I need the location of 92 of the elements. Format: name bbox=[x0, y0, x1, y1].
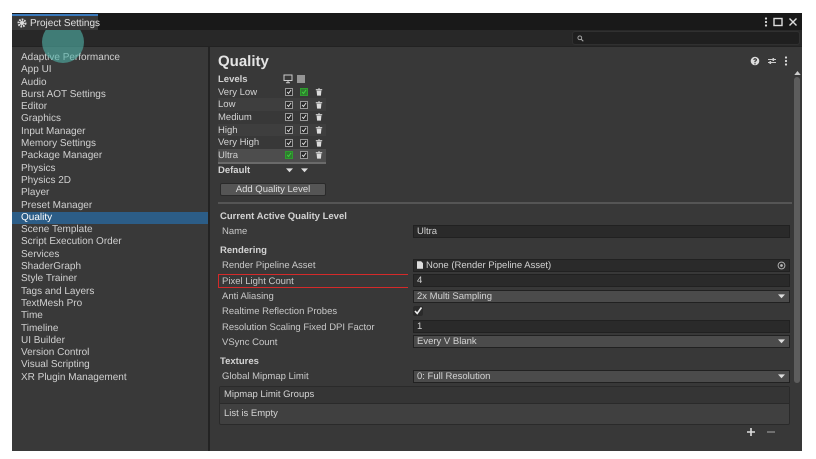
sidebar-item[interactable]: Package Manager bbox=[12, 150, 208, 163]
add-quality-level-button[interactable]: Add Quality Level bbox=[220, 182, 326, 196]
field-label: Resolution Scaling Fixed DPI Factor bbox=[221, 320, 376, 334]
level-row[interactable]: Ultra bbox=[218, 149, 326, 164]
caret-icon bbox=[778, 339, 785, 344]
sidebar-item[interactable]: Timeline bbox=[12, 322, 208, 335]
trash-icon[interactable] bbox=[315, 126, 323, 134]
section-heading: Current Active Quality Level bbox=[219, 210, 348, 224]
window-tab[interactable]: Project Settings bbox=[12, 14, 98, 30]
plus-icon[interactable] bbox=[746, 426, 756, 437]
sidebar-item[interactable]: Audio bbox=[12, 76, 208, 89]
sidebar-item[interactable]: Player bbox=[12, 187, 208, 200]
sidebar-item[interactable]: XR Plugin Management bbox=[12, 372, 208, 384]
object-field[interactable]: None (Render Pipeline Asset) bbox=[413, 258, 790, 272]
sidebar-item[interactable]: ShaderGraph bbox=[12, 261, 208, 274]
input-field[interactable]: 4 bbox=[413, 274, 790, 288]
sidebar-item[interactable]: UI Builder bbox=[12, 334, 208, 348]
field-label: Name bbox=[221, 225, 248, 238]
section-heading: Rendering bbox=[219, 244, 268, 258]
level-name: Very High bbox=[218, 137, 260, 148]
document-icon bbox=[417, 261, 423, 270]
field-label: Pixel Light Count bbox=[218, 274, 408, 288]
close-icon[interactable] bbox=[788, 16, 798, 26]
caret-icon bbox=[778, 294, 785, 299]
caret-icon bbox=[286, 168, 292, 173]
sidebar-item[interactable]: Adaptive Performance bbox=[12, 52, 208, 64]
list-empty-text: List is Empty bbox=[223, 406, 279, 421]
sidebar-item[interactable]: Physics 2D bbox=[12, 174, 208, 188]
sidebar-item[interactable]: Visual Scripting bbox=[12, 359, 208, 372]
picker-icon[interactable] bbox=[777, 260, 786, 270]
more-icon[interactable] bbox=[784, 56, 788, 66]
dropdown[interactable]: Every V Blank bbox=[413, 335, 790, 348]
field-label: VSync Count bbox=[221, 336, 278, 349]
level-row[interactable]: Very High bbox=[218, 136, 326, 150]
sidebar-item[interactable]: Burst AOT Settings bbox=[12, 88, 208, 102]
sidebar-item[interactable]: Time bbox=[12, 310, 208, 323]
caret-icon bbox=[778, 374, 785, 379]
scroll-thumb[interactable] bbox=[794, 77, 800, 383]
panel-title: Quality bbox=[218, 52, 269, 70]
default-label: Default bbox=[218, 164, 252, 176]
sidebar-item[interactable]: Services bbox=[12, 248, 208, 262]
more-icon[interactable] bbox=[764, 16, 768, 26]
level-name: High bbox=[218, 124, 239, 136]
input-field[interactable]: Ultra bbox=[413, 224, 790, 238]
object-value: None (Render Pipeline Asset) bbox=[426, 260, 552, 271]
levels-heading: Levels bbox=[218, 74, 249, 85]
monitor-icon bbox=[283, 74, 293, 84]
trash-icon[interactable] bbox=[315, 100, 323, 109]
level-name: Low bbox=[218, 99, 236, 110]
sidebar-item[interactable]: Physics bbox=[12, 162, 208, 175]
trash-icon[interactable] bbox=[315, 113, 323, 122]
level-row[interactable]: Very Low bbox=[218, 86, 326, 98]
dropdown[interactable]: 0: Full Resolution bbox=[413, 370, 790, 383]
dropdown[interactable]: 2x Multi Sampling bbox=[413, 290, 790, 303]
section-heading: Textures bbox=[219, 354, 260, 369]
search-field[interactable] bbox=[572, 31, 800, 45]
sidebar-item[interactable]: Version Control bbox=[12, 347, 208, 360]
sidebar-item[interactable]: Graphics bbox=[12, 113, 208, 126]
level-row[interactable]: High bbox=[218, 124, 326, 136]
maximize-icon[interactable] bbox=[773, 16, 783, 26]
gear-icon bbox=[17, 18, 27, 28]
sidebar-item[interactable]: Scene Template bbox=[12, 224, 208, 236]
list-icon bbox=[296, 74, 306, 84]
search-icon bbox=[577, 34, 584, 42]
field-label: Render Pipeline Asset bbox=[221, 259, 316, 272]
level-row[interactable]: Medium bbox=[218, 111, 326, 124]
level-row[interactable]: Low bbox=[218, 98, 326, 112]
sidebar-item[interactable]: Tags and Layers bbox=[12, 286, 208, 298]
trash-icon[interactable] bbox=[315, 151, 323, 160]
sidebar-item[interactable]: Script Execution Order bbox=[12, 236, 208, 249]
trash-icon[interactable] bbox=[315, 138, 323, 147]
sidebar-item[interactable]: Preset Manager bbox=[12, 200, 208, 212]
field-label: Realtime Reflection Probes bbox=[221, 305, 338, 318]
sidebar-item[interactable]: Memory Settings bbox=[12, 138, 208, 150]
sliders-icon[interactable] bbox=[767, 56, 777, 66]
sidebar-item[interactable]: App UI bbox=[12, 64, 208, 77]
scroll-up-icon[interactable] bbox=[794, 71, 800, 75]
level-name: Ultra bbox=[218, 150, 240, 161]
level-name: Very Low bbox=[218, 86, 258, 98]
field-label: Anti Aliasing bbox=[221, 290, 275, 304]
field-label: Global Mipmap Limit bbox=[221, 370, 310, 384]
sidebar-item[interactable]: Input Manager bbox=[12, 126, 208, 138]
sidebar-item[interactable]: TextMesh Pro bbox=[12, 298, 208, 310]
trash-icon[interactable] bbox=[315, 88, 323, 96]
sidebar-item[interactable]: Quality bbox=[12, 212, 208, 224]
level-name: Medium bbox=[218, 112, 253, 123]
help-icon[interactable] bbox=[750, 56, 760, 66]
list-title: Mipmap Limit Groups bbox=[220, 386, 789, 404]
caret-icon bbox=[300, 168, 308, 173]
sidebar-item[interactable]: Editor bbox=[12, 101, 208, 114]
sidebar-item[interactable]: Style Trainer bbox=[12, 273, 208, 286]
input-field[interactable]: 1 bbox=[413, 320, 790, 334]
